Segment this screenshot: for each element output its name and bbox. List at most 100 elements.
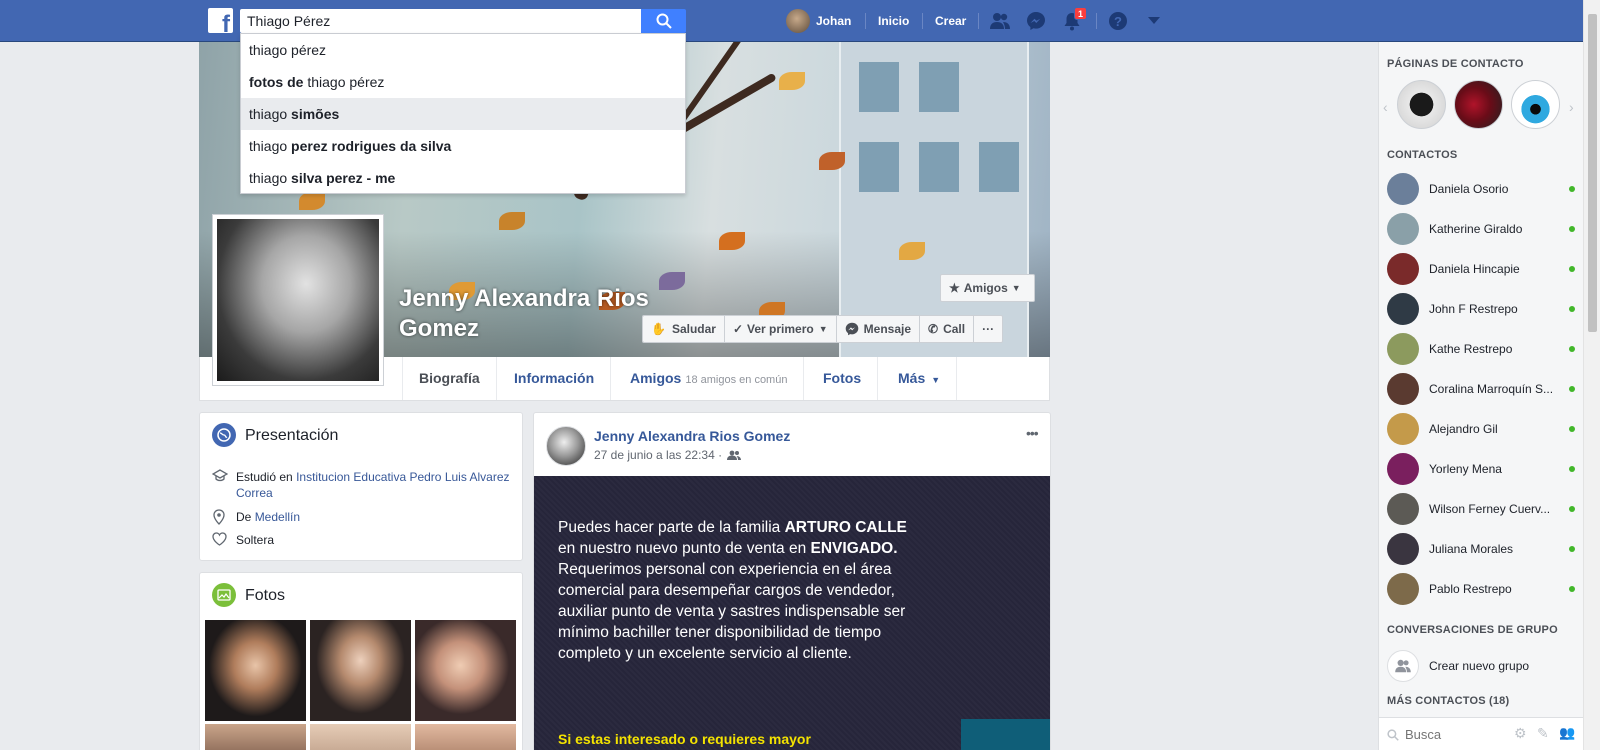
avatar [1387, 213, 1419, 245]
contact-item[interactable]: Kathe Restrepo [1387, 331, 1577, 367]
cover-window [919, 62, 959, 112]
contact-item[interactable]: Katherine Giraldo [1387, 211, 1577, 247]
tab-fotos[interactable]: Fotos [807, 357, 879, 400]
compose-icon[interactable]: ✎ [1537, 725, 1549, 742]
contact-item[interactable]: Coralina Marroquín S... [1387, 371, 1577, 407]
contact-page-avatar[interactable] [1511, 80, 1560, 129]
message-label: Mensaje [863, 322, 912, 336]
photo-thumbnail[interactable] [415, 620, 516, 721]
facebook-logo-icon[interactable]: f [208, 8, 233, 33]
avatar[interactable] [546, 426, 586, 466]
contact-item[interactable]: Daniela Hincapie [1387, 251, 1577, 287]
relationship-status: Soltera [236, 533, 275, 547]
online-indicator [1569, 266, 1575, 272]
tab-informacion[interactable]: Información [498, 357, 612, 400]
home-link[interactable]: Inicio [878, 0, 909, 42]
photo-thumbnail[interactable] [310, 620, 411, 721]
notification-badge[interactable]: 1 [1074, 7, 1088, 20]
contact-name: Juliana Morales [1429, 542, 1514, 556]
call-button[interactable]: ✆ Call [920, 316, 975, 342]
avatar [1387, 413, 1419, 445]
see-first-label: Ver primero [747, 322, 814, 336]
contact-item[interactable]: Wilson Ferney Cuerv... [1387, 491, 1577, 527]
search-button[interactable] [641, 9, 686, 33]
contact-item[interactable]: Alejandro Gil [1387, 411, 1577, 447]
photo-thumbnail[interactable] [205, 620, 306, 721]
friends-status-button[interactable]: ★ Amigos ▼ [940, 274, 1035, 302]
chevron-left-icon[interactable]: ‹ [1383, 99, 1388, 115]
help-button[interactable]: ? [1106, 9, 1130, 33]
avatar [1387, 373, 1419, 405]
post-card: Jenny Alexandra Rios Gomez 27 de junio a… [533, 412, 1051, 750]
see-first-button[interactable]: ✓ Ver primero ▼ [724, 316, 837, 342]
create-group-label: Crear nuevo grupo [1429, 659, 1530, 673]
search-suggestion[interactable]: fotos de thiago pérez [241, 66, 685, 98]
chat-search-input[interactable] [1405, 725, 1505, 743]
contact-item[interactable]: Pablo Restrepo [1387, 571, 1577, 607]
photo-thumbnail[interactable] [310, 724, 411, 750]
messenger-button[interactable] [1024, 9, 1048, 33]
education-row: Estudió en Institucion Educativa Pedro L… [211, 469, 512, 501]
profile-action-bar: ✋ Saludar ✓ Ver primero ▼ Mensaje ✆ Call… [642, 315, 1004, 343]
search-input[interactable] [241, 10, 640, 32]
create-link[interactable]: Crear [935, 0, 966, 42]
post-text-part: Requerimos personal con experiencia en e… [558, 561, 906, 662]
search-box[interactable] [240, 9, 641, 33]
post-author-link[interactable]: Jenny Alexandra Rios Gomez [594, 428, 790, 444]
photo-thumbnail[interactable] [415, 724, 516, 750]
avatar [1387, 173, 1419, 205]
avatar [1387, 293, 1419, 325]
search-suggestion[interactable]: thiago perez rodrigues da silva [241, 130, 685, 162]
more-contacts-heading[interactable]: MÁS CONTACTOS (18) [1387, 695, 1509, 707]
tab-amigos[interactable]: Amigos 18 amigos en común [614, 357, 805, 400]
profile-picture[interactable] [212, 214, 384, 386]
friends-status-label: Amigos [963, 281, 1008, 295]
location-pin-icon [212, 509, 228, 529]
wave-button[interactable]: ✋ Saludar [643, 316, 725, 342]
contact-name: John F Restrepo [1429, 302, 1518, 316]
tab-biografia[interactable]: Biografía [402, 357, 497, 400]
photos-card: Fotos [199, 572, 523, 750]
post-image[interactable]: Puedes hacer parte de la familia ARTURO … [534, 476, 1050, 750]
friends-icon [990, 13, 1010, 29]
profile-link[interactable]: Johan [786, 0, 851, 42]
tab-mas[interactable]: Más ▼ [882, 357, 958, 400]
friends-audience-icon [727, 450, 742, 460]
svg-text:?: ? [1114, 14, 1122, 29]
contact-page-avatar[interactable] [1454, 80, 1503, 129]
friend-requests-button[interactable] [988, 9, 1012, 33]
search-suggestion[interactable]: thiago simões [241, 98, 685, 130]
search-suggestions: thiago pérez fotos de thiago pérez thiag… [240, 33, 686, 194]
create-group-button[interactable]: Crear nuevo grupo [1387, 648, 1577, 684]
contact-name: Yorleny Mena [1429, 462, 1502, 476]
page-scrollbar[interactable] [1583, 0, 1600, 750]
photo-thumbnail[interactable] [205, 724, 306, 750]
post-image-text: Puedes hacer parte de la familia ARTURO … [558, 517, 918, 664]
create-group-icon[interactable]: 👥 [1559, 725, 1575, 741]
contact-item[interactable]: John F Restrepo [1387, 291, 1577, 327]
post-menu-icon[interactable]: ••• [1026, 425, 1039, 441]
contact-item[interactable]: Daniela Osorio [1387, 171, 1577, 207]
globe-icon [212, 423, 236, 447]
cover-leaf [899, 242, 925, 260]
group-conversations-heading: CONVERSACIONES DE GRUPO [1387, 624, 1558, 636]
profile-name[interactable]: Jenny Alexandra Rios Gomez [399, 284, 669, 344]
profile-photo-image [217, 219, 379, 381]
nav-divider [978, 13, 979, 29]
tab-mas-label: Más [898, 370, 926, 386]
search-suggestion[interactable]: thiago pérez [241, 34, 685, 66]
more-options-button[interactable]: ··· [974, 316, 1003, 342]
contact-item[interactable]: Yorleny Mena [1387, 451, 1577, 487]
message-button[interactable]: Mensaje [836, 316, 921, 342]
contact-item[interactable]: Juliana Morales [1387, 531, 1577, 567]
chevron-right-icon[interactable]: › [1569, 99, 1574, 115]
search-suggestion[interactable]: thiago silva perez - me [241, 162, 685, 194]
account-menu-button[interactable] [1142, 9, 1166, 33]
cover-window [859, 62, 899, 112]
gear-icon[interactable]: ⚙ [1514, 725, 1527, 742]
scrollbar-thumb[interactable] [1588, 14, 1597, 332]
city-link[interactable]: Medellín [255, 510, 300, 524]
post-timestamp[interactable]: 27 de junio a las 22:34 · [594, 448, 722, 462]
contact-page-avatar[interactable] [1397, 80, 1446, 129]
contact-name: Alejandro Gil [1429, 422, 1498, 436]
